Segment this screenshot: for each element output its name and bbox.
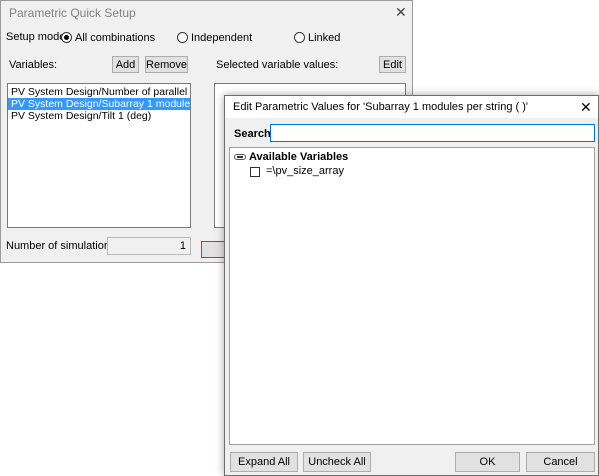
cancel-button[interactable]: Cancel [526,452,595,472]
dialog-title: Edit Parametric Values for 'Subarray 1 m… [233,101,529,113]
edit-button[interactable]: Edit [379,56,406,73]
num-simulations-field: 1 [107,237,191,255]
radio-unselected-icon[interactable] [177,32,188,43]
expand-all-button[interactable]: Expand All [230,452,298,472]
variables-list[interactable]: PV System Design/Number of parallel stri… [7,83,191,228]
variables-label: Variables: [9,59,58,71]
search-label: Search: [234,128,275,140]
radio-selected-icon[interactable] [61,32,72,43]
dialog-titlebar: Edit Parametric Values for 'Subarray 1 m… [225,96,598,118]
edit-parametric-values-dialog: Edit Parametric Values for 'Subarray 1 m… [224,95,599,476]
checkbox-icon[interactable] [250,167,260,177]
radio-independent[interactable]: Independent [177,31,252,44]
close-icon[interactable]: ✕ [580,100,592,114]
radio-linked[interactable]: Linked [294,31,340,44]
uncheck-all-button[interactable]: Uncheck All [303,452,371,472]
radio-unselected-icon[interactable] [294,32,305,43]
list-item[interactable]: PV System Design/Tilt 1 (deg) [8,110,190,122]
tree-group-label: Available Variables [249,151,349,163]
radio-label: Linked [308,31,341,44]
radio-label: Independent [191,31,253,44]
variables-tree[interactable]: Available Variables =\pv_size_array [229,147,595,445]
add-button[interactable]: Add [112,56,139,73]
tree-item-label[interactable]: =\pv_size_array [266,165,344,177]
remove-button[interactable]: Remove [145,56,188,73]
num-simulations-label: Number of simulations: [6,240,119,252]
search-input[interactable] [270,124,595,142]
dialog-title: Parametric Quick Setup [9,6,136,20]
list-item-selected[interactable]: PV System Design/Subarray 1 modules per … [8,98,190,110]
radio-label: All combinations [75,31,156,44]
radio-all-combinations[interactable]: All combinations [61,31,155,44]
selected-values-label: Selected variable values: [216,59,339,71]
setup-mode-label: Setup mode: [6,31,69,43]
ok-button[interactable]: OK [455,452,520,472]
collapse-icon[interactable] [234,154,246,160]
close-icon[interactable]: ✕ [395,5,407,19]
list-item[interactable]: PV System Design/Number of parallel stri… [8,86,190,98]
